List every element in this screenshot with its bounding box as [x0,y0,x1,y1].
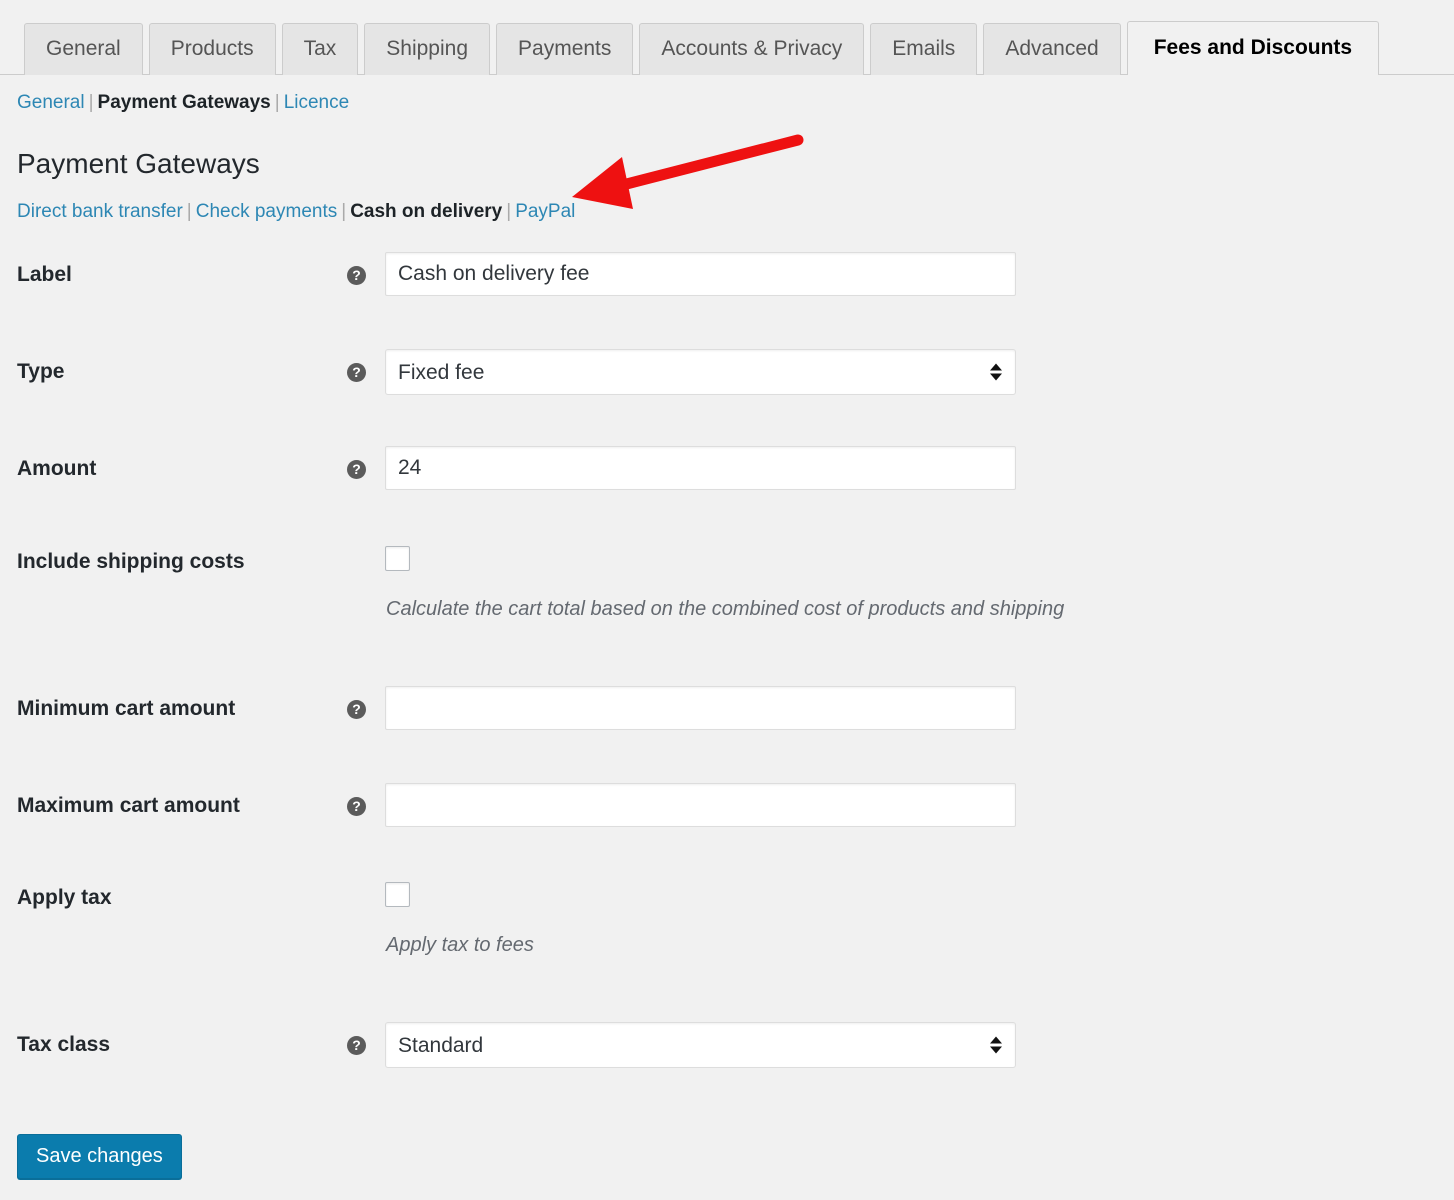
subnav-item-separator: | [274,92,280,113]
checkbox-apply-tax[interactable] [385,882,410,907]
form-row: Type? Fixed feePercentage [0,349,1454,409]
field-label-type: Type [17,360,65,383]
gateway-nav-item-separator: | [341,201,347,222]
tab-payments[interactable]: Payments [496,23,634,75]
annotation-arrow-icon [572,134,804,209]
select-wrapper-tax-class: StandardReduced rateZero rate [385,1022,1016,1068]
field-control-apply-tax [385,882,410,912]
input-maximum-cart-amount[interactable] [385,783,1016,827]
input-amount[interactable] [385,446,1016,490]
field-label-maximum-cart-amount: Maximum cart amount [17,794,240,817]
select-wrapper-type: Fixed feePercentage [385,349,1016,395]
field-control-tax-class: StandardReduced rateZero rate [385,1022,1016,1068]
field-label-include-shipping-costs: Include shipping costs [17,550,245,573]
input-minimum-cart-amount[interactable] [385,686,1016,730]
tab-accounts-privacy[interactable]: Accounts & Privacy [639,23,865,75]
gateway-nav-item-check-payments[interactable]: Check payments [196,201,338,222]
help-tip-icon[interactable]: ? [347,797,366,816]
input-label[interactable] [385,252,1016,296]
select-type[interactable]: Fixed feePercentage [385,349,1016,395]
tab-tax[interactable]: Tax [281,23,359,75]
gateway-nav-item-paypal[interactable]: PayPal [515,201,575,222]
form-row: Maximum cart amount? [0,783,1454,843]
gateway-nav: Direct bank transfer | Check payments | Cash… [17,201,575,223]
form-row: Label? [0,252,1454,312]
subnav-item-separator: | [88,92,94,113]
select-tax-class[interactable]: StandardReduced rateZero rate [385,1022,1016,1068]
help-tip-icon[interactable]: ? [347,363,366,382]
gateway-nav-item-separator: | [506,201,512,222]
field-control-maximum-cart-amount [385,783,1016,827]
help-tip-icon[interactable]: ? [347,1036,366,1055]
field-label-apply-tax: Apply tax [17,886,112,909]
tab-advanced[interactable]: Advanced [983,23,1121,75]
form-row: Tax class? StandardReduced rateZero rate [0,1022,1454,1082]
tab-shipping[interactable]: Shipping [364,23,491,75]
field-control-label [385,252,1016,296]
field-label-minimum-cart-amount: Minimum cart amount [17,697,236,720]
subnav-item-licence[interactable]: Licence [284,92,350,113]
field-control-include-shipping-costs [385,546,410,576]
field-label-amount: Amount [17,457,97,480]
form-row: Minimum cart amount? [0,686,1454,746]
field-control-amount [385,446,1016,490]
form-row: Amount? [0,446,1454,506]
gateway-nav-item-cash-on-delivery: Cash on delivery [350,201,503,222]
settings-page: General Products Tax Shipping Payments Accoun… [0,0,1454,1200]
field-control-type: Fixed feePercentage [385,349,1016,395]
field-control-minimum-cart-amount [385,686,1016,730]
save-changes-button[interactable]: Save changes [17,1134,182,1179]
form-row: Include shipping costs Calculate the cart… [0,542,1454,620]
help-tip-icon[interactable]: ? [347,266,366,285]
field-description-apply-tax: Apply tax to fees [386,934,534,956]
checkbox-include-shipping-costs[interactable] [385,546,410,571]
gateway-nav-item-direct-bank-transfer[interactable]: Direct bank transfer [17,201,183,222]
help-tip-icon[interactable]: ? [347,700,366,719]
settings-tab-bar: General Products Tax Shipping Payments Accoun… [0,0,1454,75]
field-label-tax-class: Tax class [17,1033,111,1056]
page-title: Payment Gateways [17,148,260,179]
tab-emails[interactable]: Emails [870,23,978,75]
help-tip-icon[interactable]: ? [347,460,366,479]
tab-products[interactable]: Products [148,23,276,75]
field-label-label: Label [17,263,72,286]
field-description-include-shipping-costs: Calculate the cart total based on the co… [386,598,1065,620]
form-row: Apply tax Apply tax to fees [0,878,1454,956]
tab-general[interactable]: General [24,23,143,75]
subnav-item-general[interactable]: General [17,92,85,113]
gateway-nav-item-separator: | [186,201,192,222]
subnav: General | Payment Gateways | Licence [17,92,349,114]
subnav-item-payment-gateways: Payment Gateways [97,92,271,113]
tab-fees-and-discounts[interactable]: Fees and Discounts [1126,21,1380,75]
